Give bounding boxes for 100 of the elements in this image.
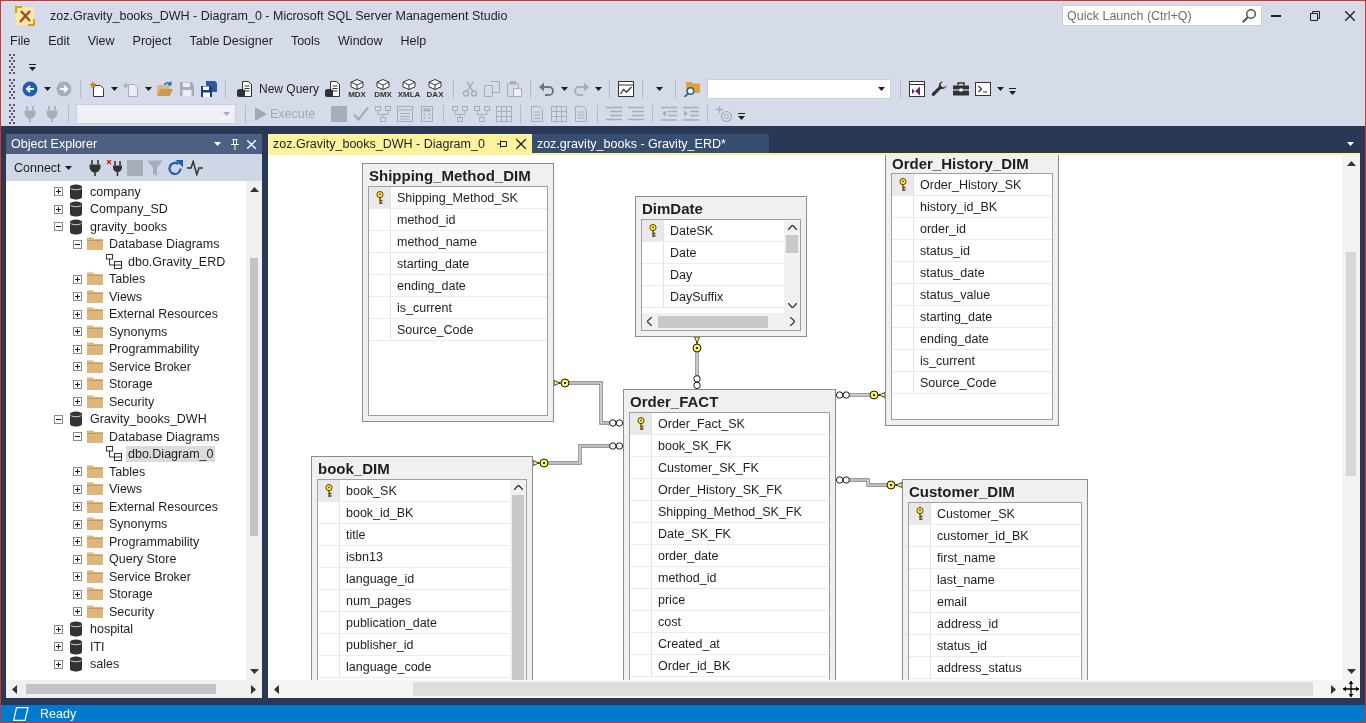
- scrollbar-thumb[interactable]: [512, 495, 524, 680]
- minus-box-icon[interactable]: [53, 414, 63, 424]
- save-icon[interactable]: [179, 80, 195, 97]
- plus-box-icon[interactable]: [72, 589, 82, 599]
- arrow-up-icon[interactable]: [249, 187, 259, 192]
- tree-item[interactable]: Views: [107, 481, 145, 498]
- table-node[interactable]: DimDate DateSK Date Day DaySuffix: [635, 196, 807, 337]
- row-selector[interactable]: [369, 187, 391, 208]
- row-selector[interactable]: [630, 413, 652, 434]
- overflow-icon[interactable]: [738, 113, 746, 120]
- tree-item[interactable]: Synonyms: [107, 323, 170, 340]
- toolbar-grip[interactable]: [9, 54, 15, 74]
- minimize-icon[interactable]: [1271, 14, 1281, 17]
- tree-item[interactable]: Tables: [107, 463, 148, 480]
- arrow-left-icon[interactable]: [274, 684, 279, 694]
- new-query-button[interactable]: New Query: [231, 77, 323, 100]
- search-icon[interactable]: [1242, 8, 1256, 23]
- table-node[interactable]: Customer_DIM Customer_SK customer_id_BK first_name last_name email address_id status_id address_status: [902, 479, 1088, 680]
- clipboard-icon[interactable]: [506, 80, 523, 97]
- toolbar-grip[interactable]: [9, 103, 15, 124]
- row-selector[interactable]: [892, 174, 914, 195]
- connect-button[interactable]: Connect: [12, 160, 77, 175]
- save-all-icon[interactable]: [201, 80, 217, 97]
- menu-item[interactable]: Project: [123, 34, 181, 48]
- scrollbar-thumb[interactable]: [250, 258, 258, 536]
- horizontal-scrollbar[interactable]: [642, 313, 800, 330]
- arrow-left-icon[interactable]: [12, 684, 17, 694]
- menu-item[interactable]: Edit: [39, 34, 79, 48]
- minus-box-icon[interactable]: [53, 222, 63, 232]
- horizontal-scrollbar[interactable]: [268, 680, 1342, 698]
- tree-item[interactable]: sales: [88, 656, 122, 673]
- arrow-right-icon[interactable]: [790, 317, 795, 326]
- caret-icon[interactable]: [655, 86, 663, 91]
- menu-item[interactable]: Tools: [281, 34, 330, 48]
- menu-item[interactable]: Window: [329, 34, 392, 48]
- open-folder-icon[interactable]: [157, 80, 173, 97]
- tree-item[interactable]: External Resources: [107, 306, 221, 323]
- arrow-down-icon[interactable]: [249, 669, 259, 674]
- tree-item[interactable]: Programmability: [107, 533, 202, 550]
- caret-icon[interactable]: [877, 86, 885, 91]
- tree-item[interactable]: External Resources: [107, 498, 221, 515]
- quick-launch-field[interactable]: Quick Launch (Ctrl+Q): [1062, 5, 1262, 26]
- caret-icon[interactable]: [594, 86, 602, 91]
- folder-search-icon[interactable]: [684, 80, 701, 97]
- row-selector[interactable]: [642, 220, 664, 241]
- table-node[interactable]: Order_History_DIM Order_History_SK history_id_BK order_id status_id status_date status_value starting_date ending_date is_current Source_Code: [885, 155, 1059, 426]
- plus-box-icon[interactable]: [72, 292, 82, 302]
- query-type-button[interactable]: DAX: [422, 77, 449, 100]
- minus-box-icon[interactable]: [72, 432, 82, 442]
- vertical-scrollbar[interactable]: [784, 220, 800, 313]
- arrow-right-icon[interactable]: [251, 684, 256, 694]
- arrow-up-icon[interactable]: [787, 225, 797, 230]
- plus-box-icon[interactable]: [72, 537, 82, 547]
- caret-icon[interactable]: [110, 86, 118, 91]
- logo-window-icon[interactable]: [909, 80, 926, 97]
- pin-icon[interactable]: [496, 139, 508, 148]
- overflow-icon[interactable]: [29, 63, 36, 71]
- tree-item[interactable]: Views: [107, 288, 145, 305]
- menu-item[interactable]: Help: [391, 34, 436, 48]
- scrollbar-thumb[interactable]: [658, 315, 768, 328]
- plus-box-icon[interactable]: [72, 467, 82, 477]
- query-type-button[interactable]: MDX: [344, 77, 371, 100]
- plus-box-icon[interactable]: [72, 309, 82, 319]
- plus-box-icon[interactable]: [53, 642, 63, 652]
- tree-item[interactable]: company: [88, 183, 143, 200]
- tree-item[interactable]: Programmability: [107, 341, 202, 358]
- combo-field[interactable]: [707, 78, 892, 99]
- minus-box-icon[interactable]: [72, 239, 82, 249]
- tree-item[interactable]: Security: [107, 603, 157, 620]
- add-document-icon[interactable]: [123, 80, 139, 97]
- menu-item[interactable]: File: [1, 34, 40, 48]
- plus-box-icon[interactable]: [53, 659, 63, 669]
- tree-item[interactable]: Storage: [107, 376, 155, 393]
- close-icon[interactable]: [515, 138, 526, 149]
- tree-item[interactable]: Database Diagrams: [107, 236, 222, 253]
- pulse-icon[interactable]: [186, 159, 203, 176]
- plus-box-icon[interactable]: [72, 344, 82, 354]
- plus-box-icon[interactable]: [53, 204, 63, 214]
- document-tab[interactable]: zoz.gravity_books - Gravity_ERD*: [531, 134, 769, 153]
- query-type-button[interactable]: DMX: [370, 77, 397, 100]
- tree-item[interactable]: Database Diagrams: [107, 428, 222, 445]
- check-icon[interactable]: [353, 105, 370, 122]
- menu-item[interactable]: View: [78, 34, 124, 48]
- overflow-icon[interactable]: [1009, 88, 1017, 95]
- tree-item[interactable]: Query Store: [107, 551, 179, 568]
- menu-item[interactable]: Table Designer: [180, 34, 282, 48]
- row-selector[interactable]: [909, 503, 931, 524]
- plus-box-icon[interactable]: [72, 607, 82, 617]
- plus-box-icon[interactable]: [72, 362, 82, 372]
- caret-icon[interactable]: [560, 86, 568, 91]
- plus-box-icon[interactable]: [72, 274, 82, 284]
- tree-item[interactable]: dbo.Diagram_0: [126, 446, 216, 463]
- plus-box-icon[interactable]: [72, 519, 82, 529]
- tree-item[interactable]: dbo.Gravity_ERD: [126, 253, 228, 270]
- plus-box-icon[interactable]: [53, 187, 63, 197]
- plus-box-icon[interactable]: [72, 379, 82, 389]
- arrow-down-icon[interactable]: [1346, 669, 1356, 674]
- tree-item[interactable]: hospital: [88, 621, 136, 638]
- plug-cross-icon[interactable]: [106, 159, 123, 176]
- restore-icon[interactable]: [1310, 10, 1320, 21]
